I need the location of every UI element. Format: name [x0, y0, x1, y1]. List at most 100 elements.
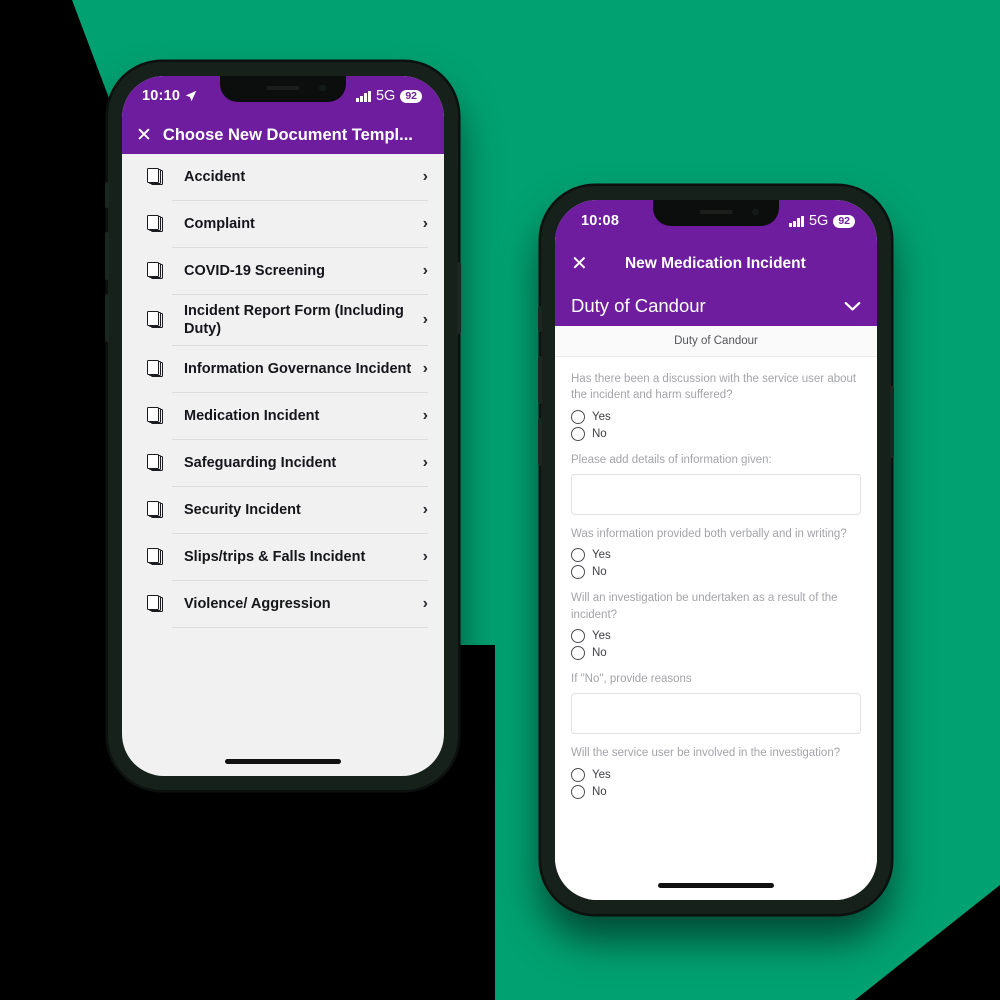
radio-circle-icon[interactable]	[571, 628, 585, 643]
documents-stack-icon	[136, 215, 172, 234]
nav-bar: ✕ New Medication Incident	[555, 242, 877, 286]
radio-circle-icon[interactable]	[571, 784, 585, 799]
radio-circle-icon[interactable]	[571, 565, 585, 580]
chevron-down-icon	[844, 301, 861, 311]
close-icon[interactable]: ✕	[571, 254, 588, 274]
network-label: 5G	[808, 213, 829, 229]
documents-stack-icon	[136, 548, 172, 567]
question-label: If "No", provide reasons	[571, 672, 692, 685]
list-item[interactable]: Complaint ›	[122, 201, 444, 248]
radio-option-label: Yes	[592, 629, 611, 642]
radio-option[interactable]: Yes	[571, 628, 861, 643]
section-accordion-header[interactable]: Duty of Candour	[555, 286, 877, 326]
radio-circle-icon[interactable]	[571, 548, 585, 563]
list-item[interactable]: Safeguarding Incident ›	[122, 440, 444, 488]
question-label: Has there been a discussion with the ser…	[571, 373, 857, 402]
documents-stack-icon	[136, 501, 172, 520]
question-label: Will an investigation be undertaken as a…	[571, 592, 838, 621]
page-title: Choose New Document Templ...	[162, 125, 413, 144]
front-camera-icon	[318, 84, 326, 92]
radio-option[interactable]: Yes	[571, 767, 861, 782]
text-input[interactable]	[571, 473, 861, 515]
radio-circle-icon[interactable]	[571, 409, 585, 424]
battery-badge: 92	[400, 89, 422, 103]
documents-stack-icon	[136, 262, 172, 281]
list-item-body: Slips/trips & Falls Incident ›	[172, 534, 428, 582]
radio-option-label: No	[592, 427, 607, 440]
phone-left-volume-up[interactable]	[105, 232, 109, 280]
phone-left-power-button[interactable]	[457, 262, 461, 334]
radio-option[interactable]: Yes	[571, 409, 861, 424]
list-item-label: Security Incident	[184, 502, 301, 519]
form-container: Duty of Candour Has there been a discuss…	[555, 326, 877, 900]
template-list: Accident › Complaint › COVID-19 Screening › In…	[122, 154, 444, 629]
status-right-group: 5G 92	[789, 213, 855, 229]
list-item-label: Complaint	[184, 215, 255, 232]
home-indicator	[225, 759, 341, 764]
radio-option[interactable]: No	[571, 426, 861, 441]
chevron-right-icon: ›	[422, 262, 428, 279]
phone-left-mute-switch[interactable]	[105, 182, 109, 208]
list-item-body: Violence/ Aggression ›	[172, 581, 428, 629]
phone-right-notch	[653, 200, 779, 226]
status-time: 10:10	[142, 88, 181, 104]
radio-option[interactable]: Yes	[571, 548, 861, 563]
list-item[interactable]: Security Incident ›	[122, 487, 444, 535]
radio-option[interactable]: No	[571, 565, 861, 580]
chevron-right-icon: ›	[422, 501, 428, 519]
list-item-body: Accident ›	[172, 154, 428, 201]
list-item[interactable]: Incident Report Form (Including Duty) ›	[122, 295, 444, 347]
list-item[interactable]: Violence/ Aggression ›	[122, 581, 444, 629]
list-item-label: Accident	[184, 168, 246, 185]
signal-bars-icon	[789, 215, 804, 227]
list-item[interactable]: Accident ›	[122, 154, 444, 201]
list-item-label: Information Governance Incident	[184, 361, 412, 378]
phone-left-notch	[220, 76, 346, 102]
section-title: Duty of Candour	[571, 295, 706, 316]
status-time: 10:08	[581, 213, 620, 229]
documents-stack-icon	[136, 360, 172, 379]
list-item[interactable]: Medication Incident ›	[122, 393, 444, 441]
phone-left-volume-down[interactable]	[105, 294, 109, 342]
list-item-body: Complaint ›	[172, 201, 428, 248]
phone-right-mute-switch[interactable]	[538, 306, 542, 332]
battery-badge: 92	[833, 214, 855, 228]
list-item-label: Incident Report Form (Including Duty)	[184, 303, 404, 338]
documents-stack-icon	[136, 595, 172, 614]
list-item-label: Safeguarding Incident	[184, 455, 337, 472]
list-item-label: Slips/trips & Falls Incident	[184, 549, 366, 566]
phone-right-volume-up[interactable]	[538, 356, 542, 404]
text-input[interactable]	[571, 693, 861, 735]
list-item-body: Information Governance Incident ›	[172, 346, 428, 394]
question-label: Was information provided both verbally a…	[571, 527, 847, 540]
list-item[interactable]: Slips/trips & Falls Incident ›	[122, 534, 444, 582]
list-item-label: Medication Incident	[184, 408, 320, 425]
radio-circle-icon[interactable]	[571, 767, 585, 782]
chevron-right-icon: ›	[422, 548, 428, 566]
radio-option[interactable]: No	[571, 645, 861, 660]
chevron-right-icon: ›	[422, 168, 428, 185]
list-item[interactable]: Information Governance Incident ›	[122, 346, 444, 394]
phone-left-screen: 10:10 5G 92 ✕ Choose New Document Templ.…	[122, 76, 444, 776]
phone-right-volume-down[interactable]	[538, 418, 542, 466]
list-item-body: Incident Report Form (Including Duty) ›	[172, 295, 428, 347]
phone-right-power-button[interactable]	[890, 386, 894, 458]
chevron-right-icon: ›	[422, 595, 428, 613]
phone-right-screen: 10:08 5G 92 ✕ New Medication Incident Du…	[555, 200, 877, 900]
form-subheading: Duty of Candour	[555, 326, 877, 357]
list-item-body: Safeguarding Incident ›	[172, 440, 428, 488]
speaker-icon	[699, 209, 733, 214]
list-item[interactable]: COVID-19 Screening ›	[122, 248, 444, 295]
radio-option-label: No	[592, 785, 607, 798]
chevron-right-icon: ›	[422, 407, 428, 425]
status-right-group: 5G 92	[356, 88, 422, 104]
radio-circle-icon[interactable]	[571, 426, 585, 441]
close-icon[interactable]: ✕	[136, 126, 152, 145]
phone-left: 10:10 5G 92 ✕ Choose New Document Templ.…	[105, 62, 461, 790]
question-label: Please add details of information given:	[571, 453, 772, 466]
radio-circle-icon[interactable]	[571, 645, 585, 660]
radio-option[interactable]: No	[571, 784, 861, 799]
form-questions: Has there been a discussion with the ser…	[555, 357, 877, 799]
nav-bar: ✕ Choose New Document Templ...	[122, 116, 444, 154]
documents-stack-icon	[136, 454, 172, 473]
